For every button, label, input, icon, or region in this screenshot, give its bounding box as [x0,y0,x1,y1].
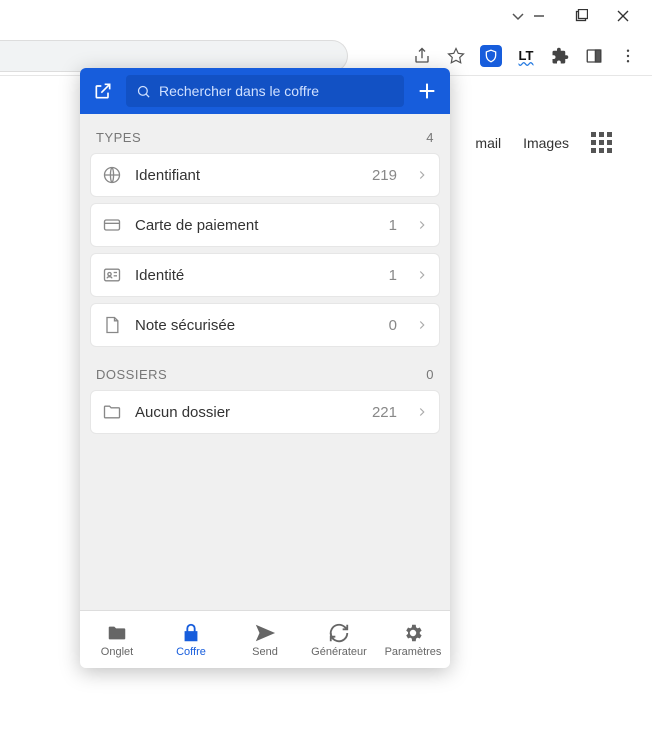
popup-body: TYPES 4 Identifiant 219 Carte de paiement 1… [80,114,450,610]
row-count: 0 [389,317,397,334]
folders-section-header: DOSSIERS 0 [90,361,440,390]
list-row[interactable]: Note sécurisée 0 [90,303,440,347]
footer-tab-onglet[interactable]: Onglet [85,622,149,658]
row-count: 219 [372,167,397,184]
chevron-right-icon [415,218,429,232]
folders-list: Aucun dossier 221 [90,390,440,434]
languagetool-extension-icon[interactable]: LT [516,46,536,66]
bookmark-star-icon[interactable] [446,46,466,66]
row-label: Identité [135,267,377,284]
footer-tab-label: Générateur [311,646,367,658]
chevron-right-icon [415,268,429,282]
chevron-right-icon [415,405,429,419]
list-row[interactable]: Identifiant 219 [90,153,440,197]
row-label: Identifiant [135,167,360,184]
globe-icon [101,164,123,186]
folder-icon [101,401,123,423]
types-count: 4 [426,130,434,145]
minimize-button[interactable] [530,7,548,25]
search-box[interactable] [126,75,404,107]
tab-dropdown-chevron[interactable] [510,8,526,24]
folders-title: DOSSIERS [96,367,167,382]
popup-header [80,68,450,114]
types-section-header: TYPES 4 [90,124,440,153]
footer-tab-label: Send [252,646,278,658]
chevron-right-icon [415,168,429,182]
row-count: 221 [372,404,397,421]
bitwarden-popup: TYPES 4 Identifiant 219 Carte de paiement 1… [80,68,450,668]
folders-count: 0 [426,367,434,382]
gmail-link[interactable]: mail [475,135,501,151]
row-count: 1 [389,217,397,234]
list-row[interactable]: Aucun dossier 221 [90,390,440,434]
footer-tab-label: Onglet [101,646,133,658]
footer-tab-coffre[interactable]: Coffre [159,622,223,658]
extensions-icon[interactable] [550,46,570,66]
folder-tab-icon [106,622,128,644]
types-title: TYPES [96,130,141,145]
send-icon [254,622,276,644]
apps-grid-icon[interactable] [591,132,612,153]
row-label: Aucun dossier [135,404,360,421]
chevron-right-icon [415,318,429,332]
popout-button[interactable] [90,78,116,104]
close-button[interactable] [614,7,632,25]
gear-icon [402,622,424,644]
images-link[interactable]: Images [523,135,569,151]
id-icon [101,264,123,286]
list-row[interactable]: Carte de paiement 1 [90,203,440,247]
google-header-links: mail Images [475,132,612,153]
card-icon [101,214,123,236]
note-icon [101,314,123,336]
footer-tab-label: Coffre [176,646,206,658]
footer-tab-label: Paramètres [385,646,442,658]
bitwarden-extension-icon[interactable] [480,45,502,67]
kebab-menu-icon[interactable] [618,46,638,66]
lock-icon [180,622,202,644]
list-row[interactable]: Identité 1 [90,253,440,297]
add-item-button[interactable] [414,78,440,104]
sidepanel-icon[interactable] [584,46,604,66]
search-icon [136,84,151,99]
refresh-icon [328,622,350,644]
row-label: Note sécurisée [135,317,377,334]
window-controls [530,0,652,32]
share-icon[interactable] [412,46,432,66]
search-input[interactable] [159,83,394,99]
footer-tab-générateur[interactable]: Générateur [307,622,371,658]
maximize-button[interactable] [572,7,590,25]
footer-tab-send[interactable]: Send [233,622,297,658]
footer-tab-paramètres[interactable]: Paramètres [381,622,445,658]
types-list: Identifiant219Carte de paiement1Identité… [90,153,440,347]
popup-footer: Onglet Coffre Send Générateur Paramètres [80,610,450,668]
row-label: Carte de paiement [135,217,377,234]
row-count: 1 [389,267,397,284]
